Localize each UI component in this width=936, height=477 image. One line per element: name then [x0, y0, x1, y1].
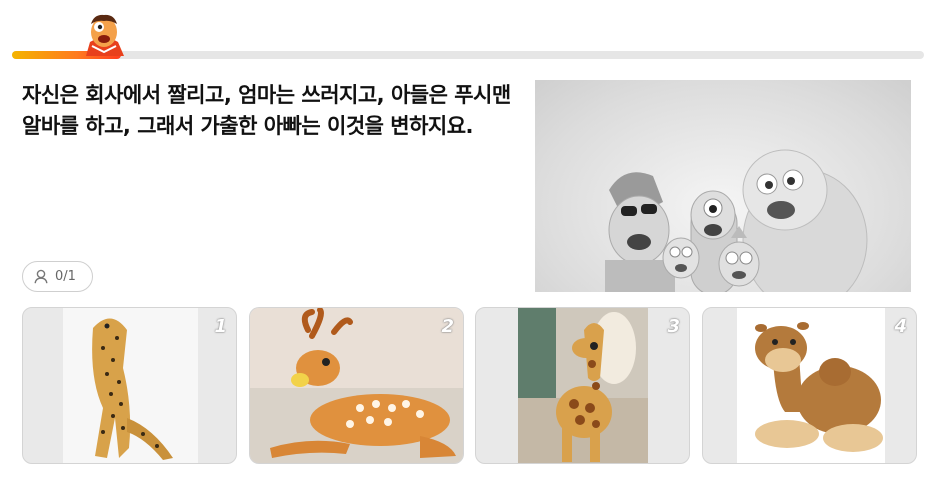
choice-number-4: 4	[894, 316, 907, 337]
choice-card-1[interactable]: 1	[22, 307, 237, 464]
answer-counter-text: 0/1	[55, 269, 76, 284]
choice-card-4[interactable]: 4	[702, 307, 917, 464]
camel-plush-image	[737, 308, 885, 463]
question-text: 자신은 회사에서 짤리고, 엄마는 쓰러지고, 아들은 푸시맨 알바를 하고, …	[22, 83, 511, 138]
choice-number-2: 2	[441, 316, 454, 337]
choice-card-2[interactable]: 2	[249, 307, 464, 464]
choice-card-3[interactable]: 3	[475, 307, 690, 464]
giraffe-plush-image	[518, 308, 648, 463]
quiz-progress-bar	[12, 51, 924, 59]
answer-counter: 0/1	[22, 261, 93, 292]
mascot-icon	[86, 14, 124, 56]
question-hero-image	[535, 80, 911, 292]
cartoon-characters-image	[605, 149, 868, 292]
choice-number-1: 1	[214, 316, 227, 337]
cheetah-plush-image	[63, 308, 198, 463]
choice-number-3: 3	[667, 316, 680, 337]
user-icon	[34, 269, 48, 284]
deer-plush-image	[250, 308, 463, 463]
